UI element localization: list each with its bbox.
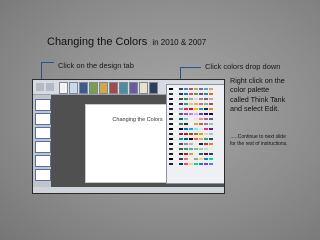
theme-thumbnail — [129, 82, 138, 94]
ribbon-button-icon — [46, 83, 54, 91]
design-tab-caption: Click on the design tab — [58, 61, 134, 70]
theme-thumbnail — [149, 82, 158, 94]
continue-note: …..Continue to next slide for the rest o… — [230, 134, 288, 147]
status-bar — [33, 187, 224, 193]
theme-thumbnail — [69, 82, 78, 94]
slide-title-version: in 2010 & 2007 — [152, 38, 207, 47]
theme-thumbnail — [109, 82, 118, 94]
theme-thumbnail — [79, 82, 88, 94]
slide-thumbnail — [35, 127, 51, 139]
slide-thumbnail — [35, 169, 51, 181]
theme-thumbnail — [89, 82, 98, 94]
theme-thumbnail — [139, 82, 148, 94]
ribbon-button-icon — [36, 83, 44, 91]
colors-dropdown-caption: Click colors drop down — [205, 62, 281, 71]
slide-title: Changing the Colors in 2010 & 2007 — [47, 36, 206, 48]
design-tab-callout-line — [41, 62, 54, 79]
slide-thumbnail-pane — [33, 95, 51, 193]
slide-thumbnail — [35, 99, 51, 111]
slide-thumbnail — [35, 113, 51, 125]
instruction-note: Right click on the color palette called … — [230, 76, 286, 114]
theme-thumbnail — [119, 82, 128, 94]
theme-thumbnail — [99, 82, 108, 94]
slide-thumbnail — [35, 141, 51, 153]
colors-dropdown-menu — [166, 84, 224, 184]
slide-thumbnail — [35, 155, 51, 167]
slide-title-main: Changing the Colors — [47, 36, 148, 48]
theme-thumbnail — [59, 82, 68, 94]
powerpoint-screenshot: Changing the Colors — [32, 79, 225, 194]
